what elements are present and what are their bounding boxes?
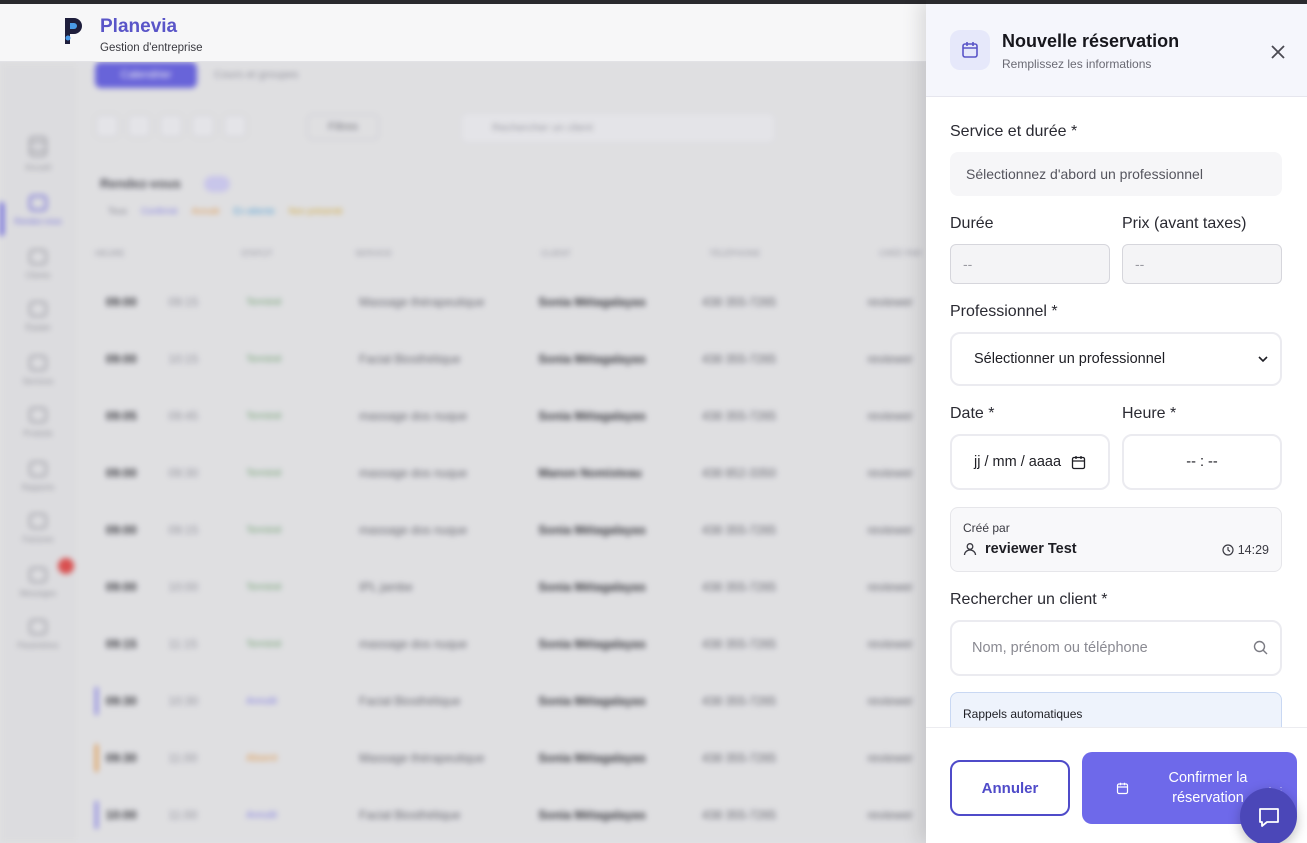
new-reservation-drawer: Nouvelle réservation Remplissez les info… [926, 0, 1307, 843]
chevron-down-icon [1258, 356, 1268, 363]
close-button[interactable] [1266, 40, 1290, 64]
time-input[interactable]: -- : -- [1122, 434, 1282, 490]
brand-subtitle: Gestion d'entreprise [100, 42, 203, 54]
reminders-card: Rappels automatiques [950, 692, 1282, 727]
created-by-name: reviewer Test [985, 541, 1077, 557]
drawer-title: Nouvelle réservation [1002, 31, 1180, 51]
created-by-user: reviewer Test [963, 541, 1077, 557]
created-time: 14:29 [1222, 543, 1269, 557]
planevia-logo [65, 18, 82, 44]
modal-overlay[interactable] [0, 0, 926, 843]
calendar-icon [950, 30, 990, 70]
created-time-value: 14:29 [1237, 543, 1269, 557]
price-label: Prix (avant taxes) [1122, 215, 1247, 232]
calendar-icon[interactable] [1071, 455, 1086, 470]
created-by-label: Créé par [963, 521, 1010, 535]
close-icon [1271, 45, 1285, 59]
search-icon [1253, 640, 1268, 655]
chat-icon [1258, 807, 1279, 827]
service-label: Service et durée * [950, 123, 1078, 140]
clock-icon [1222, 544, 1234, 556]
brand-name: Planevia [100, 16, 178, 37]
drawer-form: Service et durée * Sélectionnez d'abord … [950, 97, 1283, 727]
professional-label: Professionnel * [950, 303, 1058, 320]
price-field[interactable]: -- [1122, 244, 1282, 284]
duration-label: Durée [950, 215, 994, 232]
brand[interactable]: Planevia Gestion d'entreprise [62, 16, 203, 54]
reminders-label: Rappels automatiques [963, 707, 1083, 721]
date-input[interactable]: jj / mm / aaaa [950, 434, 1110, 490]
client-search-placeholder: Nom, prénom ou téléphone [972, 640, 1148, 656]
professional-select-value: Sélectionner un professionnel [974, 351, 1166, 367]
duration-field[interactable]: -- [950, 244, 1110, 284]
client-search-input[interactable]: Nom, prénom ou téléphone [950, 620, 1282, 676]
chat-button[interactable] [1240, 788, 1297, 843]
drawer-header: Nouvelle réservation Remplissez les info… [926, 0, 1307, 97]
service-placeholder: Sélectionnez d'abord un professionnel [950, 152, 1282, 196]
drawer-subtitle: Remplissez les informations [1002, 57, 1152, 71]
created-by-card: Créé par reviewer Test 14:29 [950, 507, 1282, 572]
app-root: Accueil Rendez-vous Clients Équipe Servi… [0, 0, 1307, 843]
cancel-button[interactable]: Annuler [950, 760, 1070, 816]
time-input-value: -- : -- [1186, 454, 1218, 470]
date-input-value: jj / mm / aaaa [973, 454, 1062, 470]
professional-select[interactable]: Sélectionner un professionnel [950, 332, 1282, 386]
time-label: Heure * [1122, 405, 1177, 422]
calendar-icon [1116, 782, 1129, 794]
user-icon [963, 543, 977, 556]
client-search-label: Rechercher un client * [950, 591, 1108, 608]
date-label: Date * [950, 405, 995, 422]
